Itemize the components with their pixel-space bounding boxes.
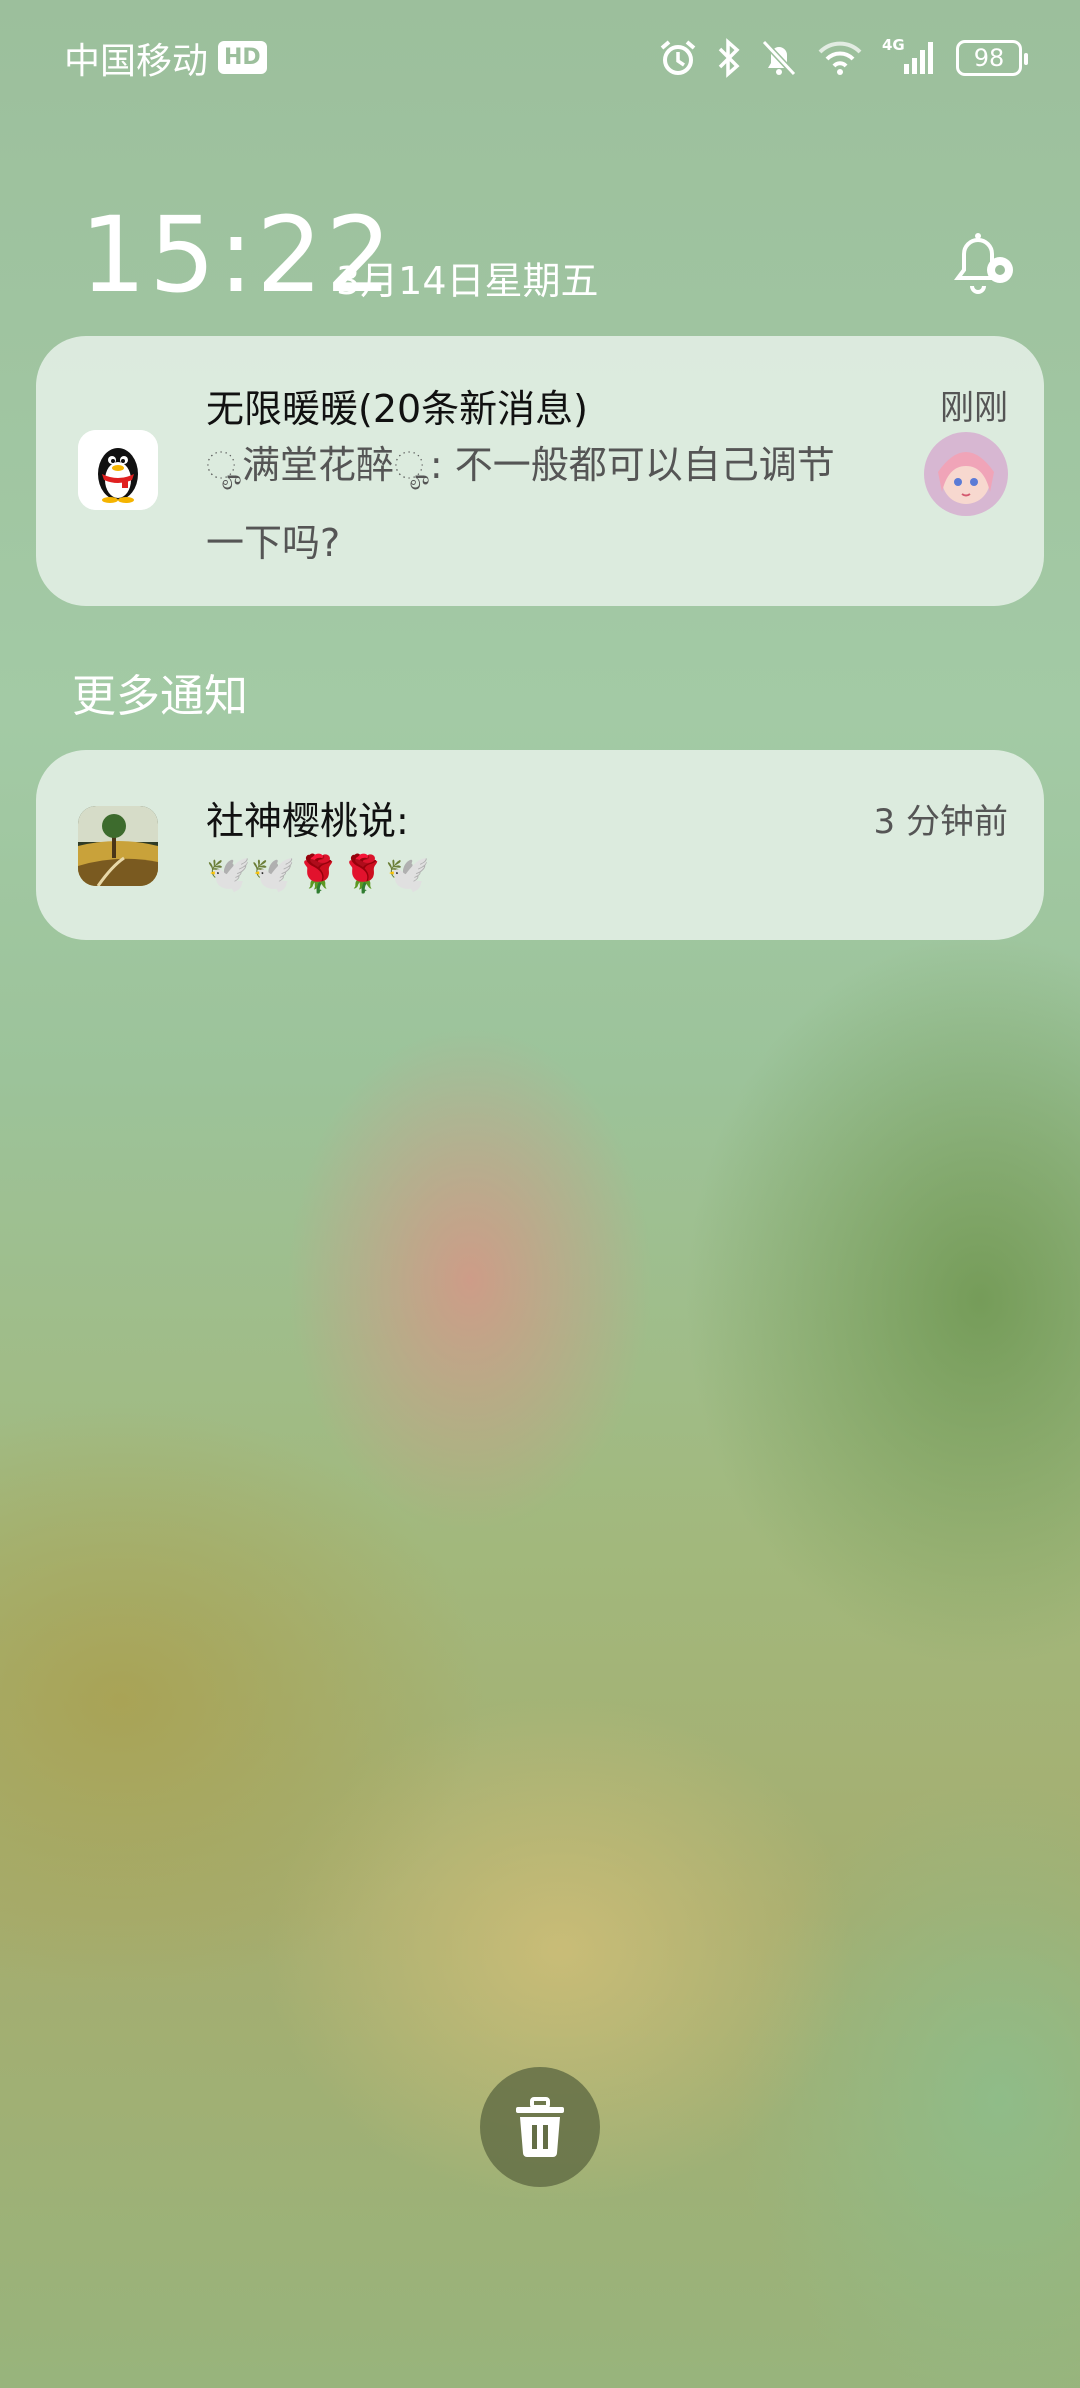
notification-card[interactable]: 社神樱桃说: 3 分钟前 🕊️🕊️🌹🌹🕊️ (36, 750, 1044, 940)
qq-penguin-icon (78, 430, 158, 510)
flourish-right-icon: ೄ (393, 443, 430, 487)
more-notifications-heading: 更多通知 (72, 671, 248, 722)
notification-card[interactable]: 无限暖暖(20条新消息) 刚刚 ೄ满堂花醉ೄ: 不一般都可以自己调节一下吗? (36, 336, 1044, 606)
notification-message: 🕊️🕊️🌹🌹🕊️ (206, 854, 431, 895)
anime-girl-avatar (924, 432, 1008, 516)
notification-time: 刚刚 (940, 388, 1008, 428)
signal-icon: 4G (882, 35, 938, 78)
status-bar: 中国移动 HD 4G 98 (0, 0, 1080, 115)
flourish-left-icon: ೄ (206, 443, 242, 487)
trash-icon (516, 2097, 564, 2157)
battery-icon: 98 (956, 39, 1028, 76)
hd-badge: HD (218, 41, 267, 74)
network-type: 4G (882, 35, 905, 54)
sender-prefix: 满堂花醉 (241, 443, 394, 487)
battery-level: 98 (973, 43, 1005, 72)
notification-settings-button[interactable] (948, 220, 1020, 300)
carrier-name: 中国移动 (64, 40, 209, 82)
notification-title: 无限暖暖(20条新消息) (206, 387, 589, 431)
status-icons: 4G 98 (658, 35, 1028, 78)
bluetooth-icon (716, 37, 742, 78)
landscape-app-icon (78, 806, 158, 886)
wifi-icon (816, 38, 864, 78)
notification-time: 3 分钟前 (873, 802, 1008, 842)
mute-bell-icon (760, 38, 798, 78)
bell-settings-icon (954, 233, 1013, 294)
notification-message: ೄ满堂花醉ೄ: 不一般都可以自己调节一下吗? (206, 426, 866, 582)
carrier-group: 中国移动 HD (64, 32, 267, 84)
lockscreen-date: 3月14日星期五 (336, 259, 599, 303)
notification-title: 社神樱桃说: (206, 799, 409, 843)
clock-row: 15:22 3月14日星期五 (80, 200, 1020, 320)
alarm-icon (658, 38, 698, 78)
clear-notifications-button[interactable] (480, 2067, 600, 2187)
